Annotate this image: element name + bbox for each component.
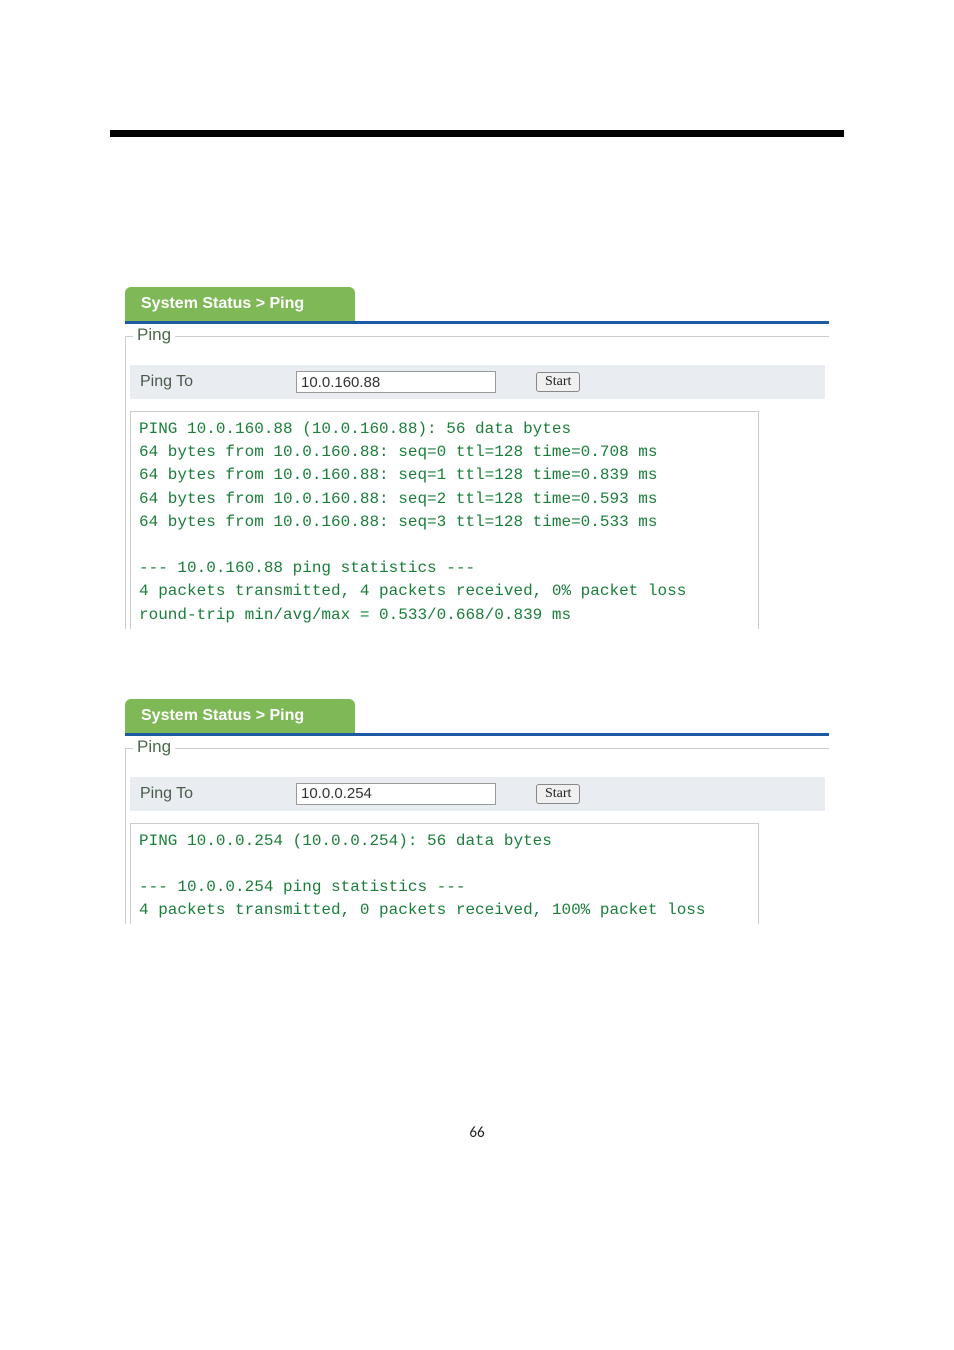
ping-to-label: Ping To <box>136 785 296 803</box>
ping-to-input[interactable] <box>296 783 496 805</box>
ping-output: PING 10.0.0.254 (10.0.0.254): 56 data by… <box>130 823 759 925</box>
top-divider <box>110 130 844 137</box>
ping-to-input[interactable] <box>296 371 496 393</box>
fieldset-legend: Ping <box>133 737 175 757</box>
panel-divider <box>125 733 829 736</box>
ping-panel-1: System Status > Ping Ping Ping To Start … <box>125 287 829 629</box>
ping-fieldset: Ping Ping To Start PING 10.0.0.254 (10.0… <box>125 748 829 925</box>
ping-to-row: Ping To Start <box>130 777 825 811</box>
ping-to-label: Ping To <box>136 373 296 391</box>
ping-panel-2: System Status > Ping Ping Ping To Start … <box>125 699 829 925</box>
fieldset-legend: Ping <box>133 325 175 345</box>
ping-fieldset: Ping Ping To Start PING 10.0.160.88 (10.… <box>125 336 829 629</box>
start-button[interactable]: Start <box>536 372 580 392</box>
start-button[interactable]: Start <box>536 784 580 804</box>
breadcrumb: System Status > Ping <box>125 699 355 733</box>
page-number: 66 <box>0 1124 954 1142</box>
ping-output: PING 10.0.160.88 (10.0.160.88): 56 data … <box>130 411 759 629</box>
panel-divider <box>125 321 829 324</box>
breadcrumb: System Status > Ping <box>125 287 355 321</box>
ping-to-row: Ping To Start <box>130 365 825 399</box>
